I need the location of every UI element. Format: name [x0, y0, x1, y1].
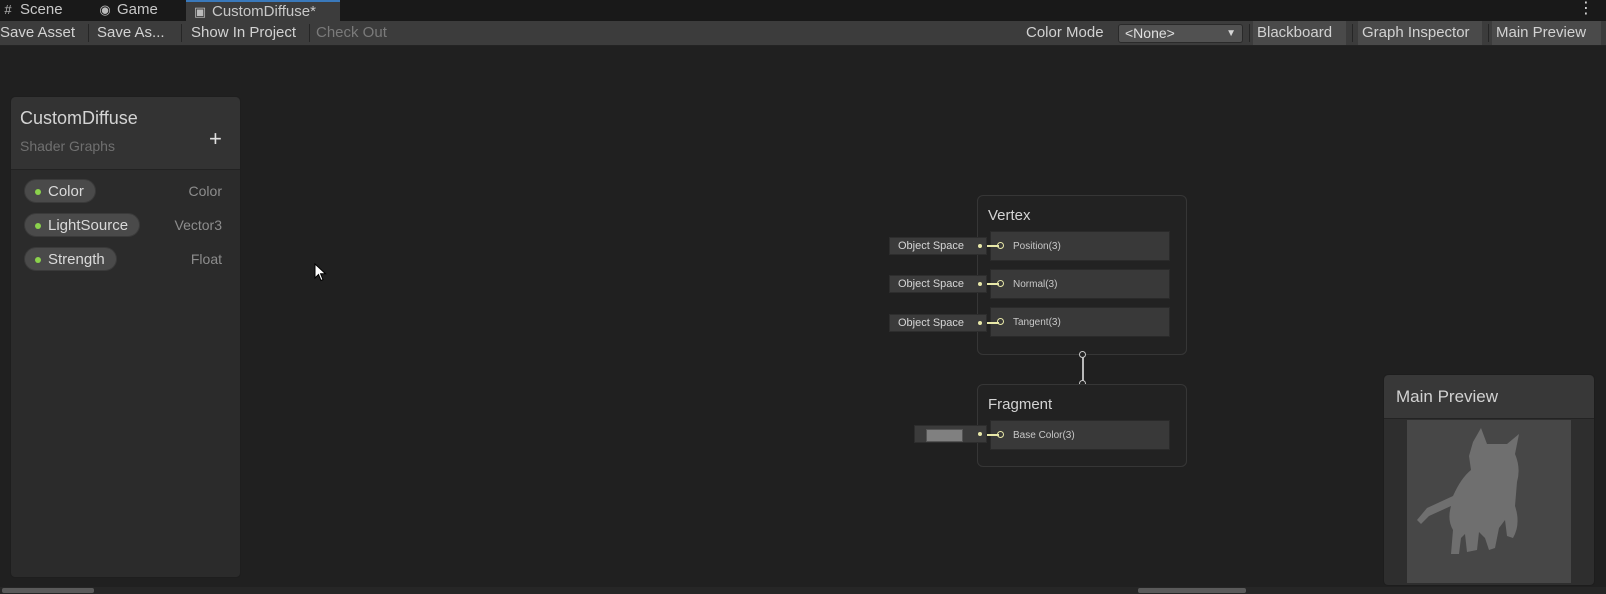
grid-icon: # — [4, 2, 12, 17]
preview-viewport[interactable] — [1407, 420, 1571, 583]
position-label: Position(3) — [1013, 241, 1061, 252]
toolbar-separator — [1488, 24, 1489, 42]
save-as-button[interactable]: Save As... — [93, 21, 169, 45]
base-color-block[interactable]: Base Color(3) — [990, 420, 1170, 450]
normal-block[interactable]: Normal(3) — [990, 269, 1170, 299]
connection-dot — [978, 282, 982, 286]
show-in-project-button[interactable]: Show In Project — [187, 21, 300, 45]
connection-dot — [978, 244, 982, 248]
blackboard-header: CustomDiffuse Shader Graphs + — [11, 97, 240, 170]
property-exposed-icon — [35, 189, 41, 195]
more-options-icon[interactable]: ⋮ — [1578, 0, 1594, 18]
base-color-label: Base Color(3) — [1013, 430, 1075, 441]
color-mode-value: <None> — [1125, 25, 1175, 41]
property-name: Color — [48, 183, 84, 200]
scrollbar-thumb-left[interactable] — [2, 588, 94, 593]
normal-label: Normal(3) — [1013, 279, 1058, 290]
position-edge — [987, 245, 999, 247]
property-name: LightSource — [48, 217, 129, 234]
shadergraph-icon: ▣ — [193, 4, 207, 19]
toolbar-separator — [309, 24, 310, 42]
horizontal-scrollbar[interactable] — [0, 587, 1606, 594]
tab-scene-label: Scene — [20, 1, 63, 18]
color-mode-label: Color Mode — [1026, 24, 1104, 41]
tangent-edge — [987, 322, 999, 324]
property-pill[interactable]: LightSource — [24, 213, 141, 237]
flow-out-port-icon — [1079, 351, 1086, 358]
tangent-block[interactable]: Tangent(3) — [990, 307, 1170, 337]
property-name: Strength — [48, 251, 105, 268]
tab-scene[interactable]: # Scene — [0, 0, 63, 21]
scrollbar-thumb-right[interactable] — [1138, 588, 1246, 593]
tangent-space-input[interactable]: Object Space — [889, 314, 987, 332]
tab-customdiffuse-label: CustomDiffuse* — [212, 3, 316, 20]
dropdown-arrow-icon: ▼ — [1226, 28, 1236, 39]
tab-game[interactable]: ◉ Game — [97, 0, 158, 21]
main-preview-header: Main Preview — [1384, 375, 1594, 419]
blackboard-title: CustomDiffuse — [20, 108, 138, 128]
position-space-value: Object Space — [898, 240, 965, 252]
main-preview-title: Main Preview — [1396, 387, 1499, 406]
property-type: Color — [188, 183, 222, 199]
property-exposed-icon — [35, 223, 41, 229]
gamepad-icon: ◉ — [99, 2, 111, 17]
main-preview-panel[interactable]: Main Preview — [1383, 374, 1595, 586]
position-block[interactable]: Position(3) — [990, 231, 1170, 261]
toolbar-separator — [88, 24, 89, 42]
normal-edge — [987, 283, 999, 285]
property-exposed-icon — [35, 257, 41, 263]
property-pill[interactable]: Color — [24, 179, 96, 203]
add-property-button[interactable]: + — [209, 128, 222, 150]
toolbar-separator — [1249, 24, 1250, 42]
mouse-cursor-icon — [314, 263, 327, 282]
cat-preview-silhouette — [1417, 428, 1519, 554]
color-mode-select[interactable]: <None> ▼ — [1118, 24, 1243, 43]
check-out-button[interactable]: Check Out — [312, 21, 391, 45]
tab-customdiffuse[interactable]: ▣ CustomDiffuse* — [186, 0, 340, 21]
vertex-context[interactable]: Vertex Position(3) Normal(3) Tangent(3) — [977, 195, 1187, 355]
blackboard-subtitle: Shader Graphs — [20, 138, 115, 154]
property-row[interactable]: Color Color — [11, 177, 240, 205]
property-row[interactable]: LightSource Vector3 — [11, 211, 240, 239]
position-space-input[interactable]: Object Space — [889, 237, 987, 255]
save-asset-button[interactable]: Save Asset — [0, 21, 79, 45]
tab-game-label: Game — [117, 1, 158, 18]
fragment-context[interactable]: Fragment Base Color(3) — [977, 384, 1187, 467]
fragment-title: Fragment — [988, 396, 1053, 413]
base-color-input[interactable] — [914, 425, 987, 443]
toolbar-separator — [181, 24, 182, 42]
blackboard-panel[interactable]: CustomDiffuse Shader Graphs + Color Colo… — [10, 96, 241, 578]
tangent-space-value: Object Space — [898, 317, 965, 329]
normal-space-value: Object Space — [898, 278, 965, 290]
blackboard-toggle[interactable]: Blackboard — [1253, 21, 1346, 45]
property-type: Float — [190, 251, 222, 267]
connection-dot — [978, 432, 982, 436]
vertex-title: Vertex — [988, 207, 1031, 224]
tangent-label: Tangent(3) — [1013, 317, 1061, 328]
property-pill[interactable]: Strength — [24, 247, 117, 271]
shader-graph-toolbar: Save Asset Save As... Show In Project Ch… — [0, 21, 1606, 46]
property-row[interactable]: Strength Float — [11, 245, 240, 273]
base-color-edge — [987, 434, 999, 436]
color-swatch[interactable] — [926, 429, 963, 442]
main-preview-toggle[interactable]: Main Preview — [1492, 21, 1601, 45]
graph-inspector-toggle[interactable]: Graph Inspector — [1358, 21, 1482, 45]
editor-tab-bar: # Scene ◉ Game ▣ CustomDiffuse* ⋮ — [0, 0, 1606, 21]
toolbar-separator — [1352, 24, 1353, 42]
connection-dot — [978, 321, 982, 325]
property-type: Vector3 — [174, 217, 222, 233]
normal-space-input[interactable]: Object Space — [889, 275, 987, 293]
